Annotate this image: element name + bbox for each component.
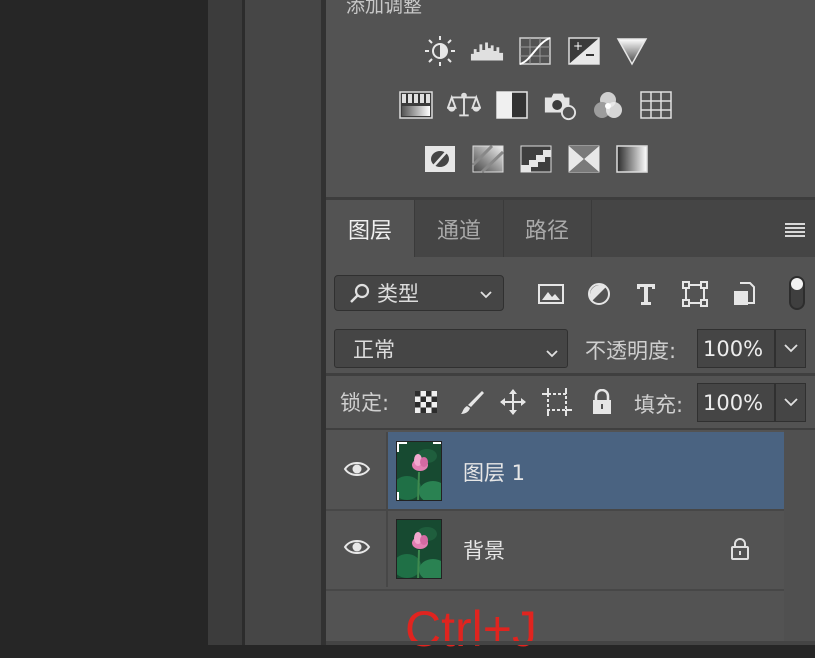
vibrance-icon[interactable] [399, 90, 433, 120]
fill-slider-button[interactable] [775, 383, 806, 422]
layer-row[interactable]: 背景 [326, 510, 784, 587]
filter-smart-objects-icon[interactable] [729, 278, 759, 310]
layer-thumbnail[interactable] [396, 441, 442, 501]
layer-selection-highlight [388, 432, 784, 509]
filter-kind-label: 类型 [377, 282, 419, 306]
collapsed-panel-column [245, 0, 321, 645]
layer-filter-select[interactable]: 类型 [334, 275, 504, 311]
fill-input[interactable]: 100% [697, 383, 775, 422]
brightness-contrast-icon[interactable] [423, 36, 457, 66]
chevron-down-icon [545, 342, 559, 366]
layers-panel-tabbar: 图层 通道 路径 [326, 200, 815, 257]
visibility-column-divider [386, 432, 388, 509]
layer-name[interactable]: 图层 1 [463, 457, 525, 487]
curves-icon[interactable] [518, 36, 552, 66]
row-divider [326, 373, 815, 376]
color-balance-icon[interactable] [447, 90, 481, 120]
opacity-input[interactable]: 100% [697, 329, 775, 368]
tab-channels[interactable]: 通道 [414, 200, 504, 257]
workspace-background [0, 0, 208, 645]
search-icon [349, 282, 373, 304]
invert-icon[interactable] [423, 144, 457, 174]
blend-mode-value: 正常 [353, 337, 395, 362]
visibility-column-divider [386, 510, 388, 587]
photo-filter-icon[interactable] [543, 90, 577, 121]
panel-menu-icon[interactable] [785, 222, 805, 237]
posterize-icon[interactable] [471, 144, 505, 174]
filter-adjustment-layers-icon[interactable] [584, 278, 614, 310]
lock-label: 锁定: [340, 391, 390, 415]
layers-list: 图层 1 背景 [326, 430, 784, 645]
panel-dock-column [208, 0, 242, 645]
layers-scrollbar[interactable] [784, 430, 815, 645]
lock-image-pixels-icon[interactable] [457, 387, 487, 417]
lock-transparent-pixels-icon[interactable] [411, 387, 441, 417]
exposure-icon[interactable]: + [567, 36, 601, 66]
filter-toggle-switch[interactable] [789, 276, 805, 310]
gradient-triangle-icon[interactable] [615, 36, 649, 66]
eye-icon[interactable] [343, 538, 371, 556]
panel-bottom-edge [326, 641, 815, 645]
filter-type-layers-icon[interactable] [631, 278, 661, 310]
tab-layers[interactable]: 图层 [326, 200, 414, 257]
opacity-slider-button[interactable] [775, 329, 806, 368]
layer-thumbnail[interactable] [396, 519, 442, 579]
lock-all-icon[interactable] [587, 387, 617, 417]
blend-mode-select[interactable]: 正常 [334, 329, 568, 368]
fill-label: 填充: [634, 393, 684, 417]
lock-artboard-icon[interactable] [542, 387, 572, 417]
row-divider [326, 589, 784, 591]
black-white-icon[interactable] [495, 90, 529, 120]
filter-pixel-layers-icon[interactable] [536, 278, 566, 310]
svg-text:+: + [573, 39, 583, 53]
layer-lock-icon[interactable] [730, 538, 750, 564]
gradient-map-icon[interactable] [615, 144, 649, 174]
adjustments-title: 添加调整 [346, 0, 423, 17]
layer-row[interactable]: 图层 1 [326, 432, 784, 509]
chevron-down-icon [479, 284, 493, 308]
channel-mixer-icon[interactable] [591, 90, 625, 120]
levels-icon[interactable] [470, 36, 504, 66]
shortcut-annotation: Ctrl+J [405, 601, 537, 657]
threshold-icon[interactable] [519, 144, 553, 174]
layer-name[interactable]: 背景 [463, 535, 505, 565]
filter-shape-layers-icon[interactable] [680, 278, 710, 310]
selective-color-icon[interactable] [567, 144, 601, 174]
lock-position-icon[interactable] [498, 387, 528, 417]
opacity-label: 不透明度: [585, 339, 677, 363]
tab-paths[interactable]: 路径 [503, 200, 592, 257]
eye-icon[interactable] [343, 460, 371, 478]
color-lookup-icon[interactable] [639, 90, 673, 120]
